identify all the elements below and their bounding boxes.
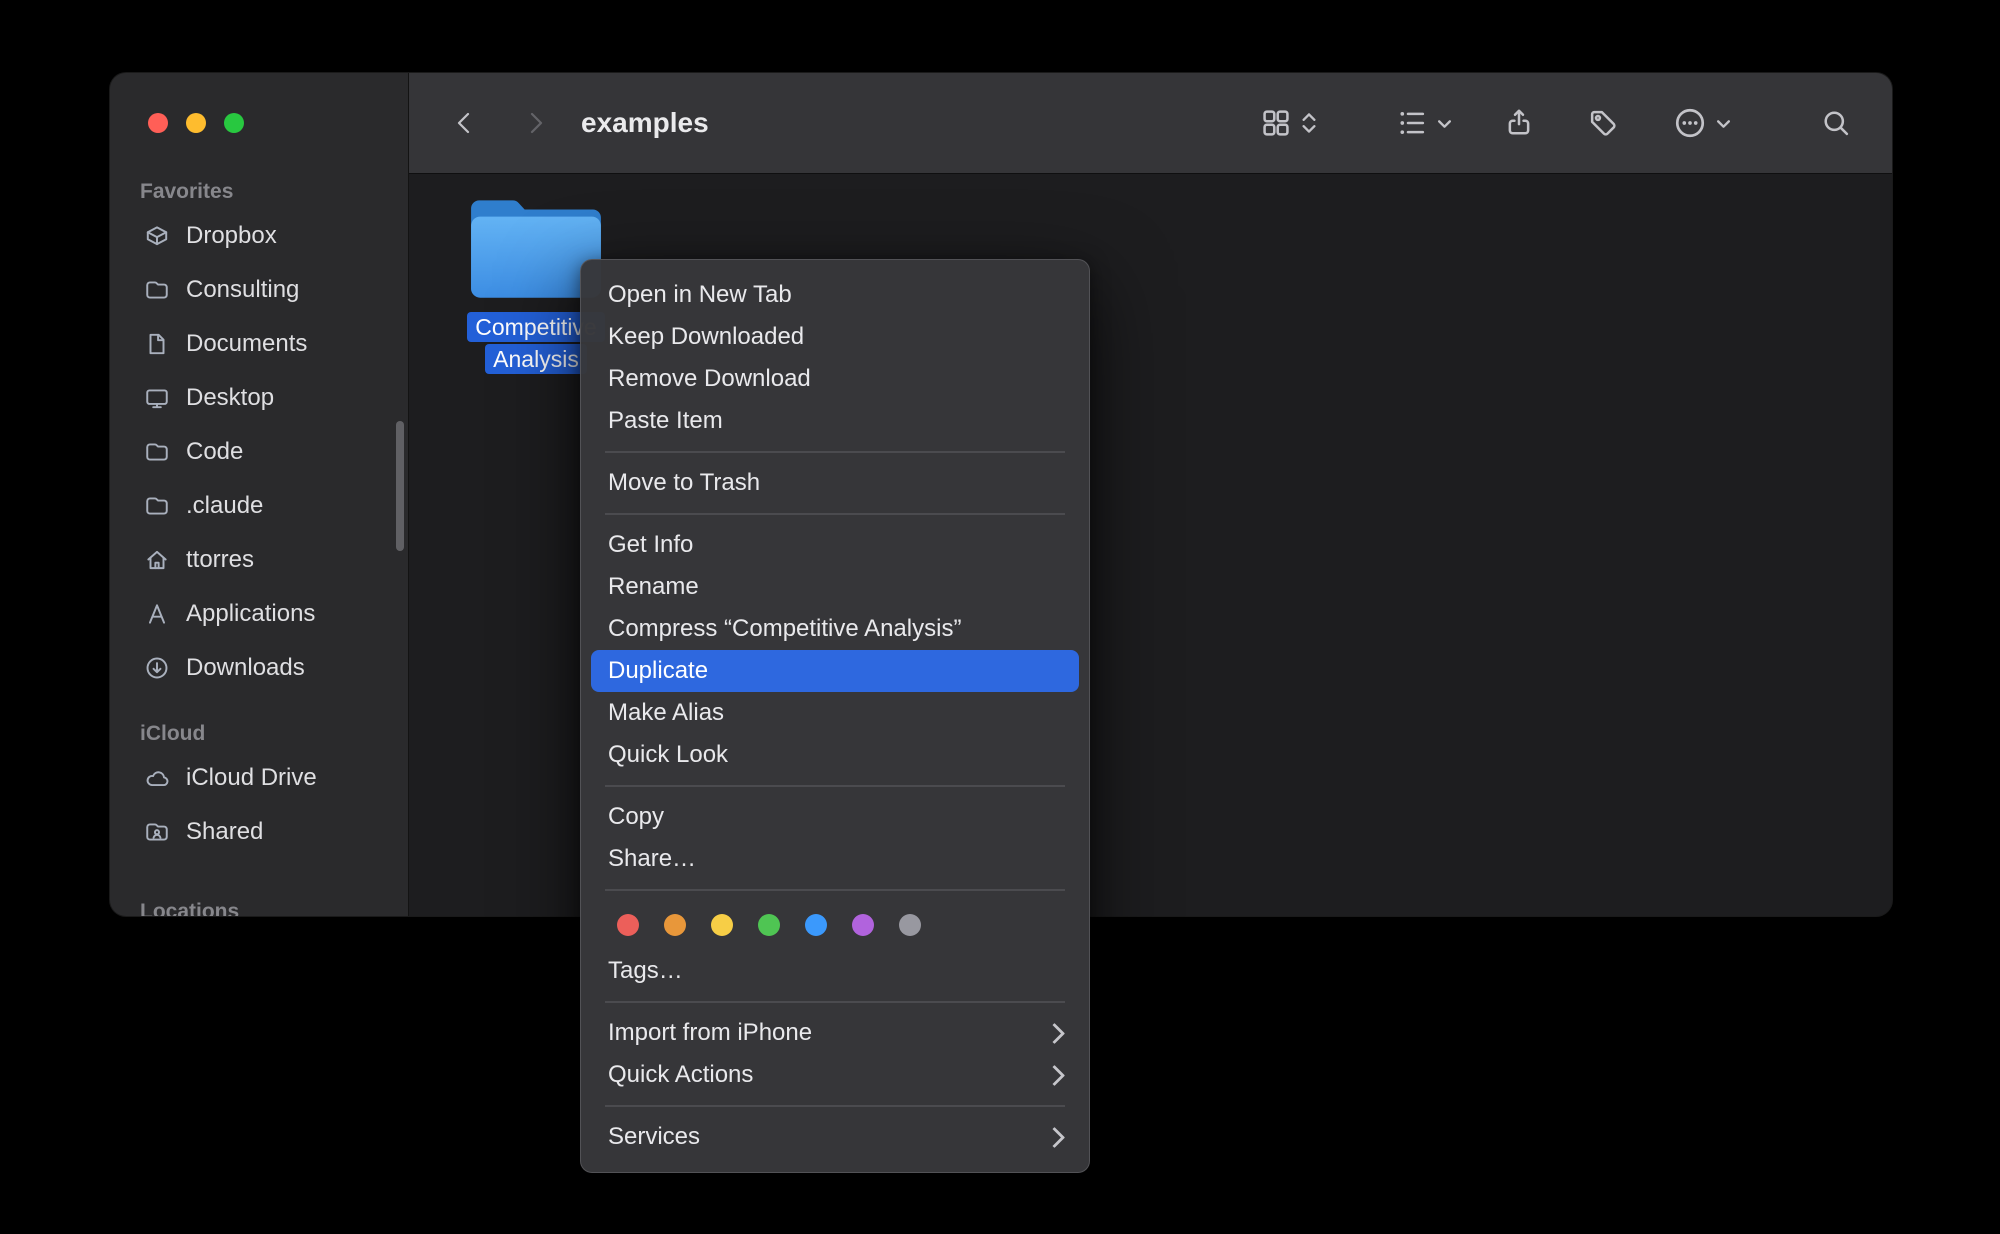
menu-item-quick-actions[interactable]: Quick Actions (591, 1054, 1079, 1096)
menu-item-get-info[interactable]: Get Info (591, 524, 1079, 566)
sidebar-item-label: .claude (186, 492, 263, 520)
desktop-icon (144, 385, 170, 411)
submenu-chevron-icon (1044, 1126, 1065, 1147)
minimize-window-button[interactable] (186, 113, 206, 133)
menu-item-paste-item[interactable]: Paste Item (591, 400, 1079, 442)
sidebar-item-icloud-drive[interactable]: iCloud Drive (110, 751, 408, 805)
shared-folder-icon (144, 819, 170, 845)
menu-item-open-in-new-tab[interactable]: Open in New Tab (591, 274, 1079, 316)
menu-item-tags[interactable]: Tags… (591, 950, 1079, 992)
sidebar-item-shared[interactable]: Shared (110, 805, 408, 859)
sidebar-scrollbar[interactable] (396, 421, 404, 551)
chevron-down-icon (1436, 115, 1453, 132)
downloads-icon (144, 655, 170, 681)
menu-item-import-from-iphone[interactable]: Import from iPhone (591, 1012, 1079, 1054)
menu-separator (605, 1001, 1065, 1003)
close-window-button[interactable] (148, 113, 168, 133)
context-menu: Open in New Tab Keep Downloaded Remove D… (580, 259, 1090, 1173)
sidebar-item-consulting[interactable]: Consulting (110, 263, 408, 317)
group-list-icon (1396, 107, 1428, 139)
menu-item-compress[interactable]: Compress “Competitive Analysis” (591, 608, 1079, 650)
grid-view-icon (1260, 107, 1292, 139)
menu-separator (605, 785, 1065, 787)
menu-item-share[interactable]: Share… (591, 838, 1079, 880)
desktop-background: Favorites Dropbox Consulting Documents D… (0, 0, 2000, 1234)
toolbar: examples (409, 73, 1892, 174)
sidebar-item-claude[interactable]: .claude (110, 479, 408, 533)
sidebar-item-label: Desktop (186, 384, 274, 412)
sidebar-item-dropbox[interactable]: Dropbox (110, 209, 408, 263)
sidebar-item-label: Documents (186, 330, 307, 358)
sidebar-item-label: Downloads (186, 654, 305, 682)
tag-yellow[interactable] (711, 914, 733, 936)
sidebar-item-applications[interactable]: Applications (110, 587, 408, 641)
forward-button[interactable] (523, 107, 549, 139)
sidebar-item-ttorres[interactable]: ttorres (110, 533, 408, 587)
ellipsis-circle-icon (1673, 106, 1707, 140)
sidebar-item-label: iCloud Drive (186, 764, 317, 792)
tag-orange[interactable] (664, 914, 686, 936)
menu-item-remove-download[interactable]: Remove Download (591, 358, 1079, 400)
menu-item-duplicate[interactable]: Duplicate (591, 650, 1079, 692)
tag-blue[interactable] (805, 914, 827, 936)
home-icon (144, 547, 170, 573)
sidebar-item-code[interactable]: Code (110, 425, 408, 479)
sidebar-item-downloads[interactable]: Downloads (110, 641, 408, 695)
chevron-right-icon (523, 107, 549, 139)
search-button[interactable] (1820, 107, 1852, 139)
document-icon (144, 331, 170, 357)
group-by-control[interactable] (1396, 107, 1453, 139)
sidebar-item-label: ttorres (186, 546, 254, 574)
chevron-down-icon (1715, 115, 1732, 132)
applications-icon (144, 601, 170, 627)
sidebar-item-label: Dropbox (186, 222, 277, 250)
tag-purple[interactable] (852, 914, 874, 936)
zoom-window-button[interactable] (224, 113, 244, 133)
window-controls (110, 73, 408, 173)
sidebar-item-label: Shared (186, 818, 263, 846)
menu-item-move-to-trash[interactable]: Move to Trash (591, 462, 1079, 504)
sidebar-section-icloud: iCloud (140, 721, 408, 747)
menu-item-keep-downloaded[interactable]: Keep Downloaded (591, 316, 1079, 358)
menu-item-quick-look[interactable]: Quick Look (591, 734, 1079, 776)
cloud-icon (144, 765, 170, 791)
sidebar-section-locations: Locations (140, 899, 408, 916)
menu-separator (605, 889, 1065, 891)
tag-gray[interactable] (899, 914, 921, 936)
tag-green[interactable] (758, 914, 780, 936)
submenu-chevron-icon (1044, 1022, 1065, 1043)
sidebar-section-favorites: Favorites (140, 179, 408, 205)
menu-separator (605, 513, 1065, 515)
menu-separator (605, 1105, 1065, 1107)
chevron-left-icon (451, 107, 477, 139)
tag-red[interactable] (617, 914, 639, 936)
submenu-chevron-icon (1044, 1064, 1065, 1085)
sidebar-item-desktop[interactable]: Desktop (110, 371, 408, 425)
menu-item-make-alias[interactable]: Make Alias (591, 692, 1079, 734)
view-selector[interactable] (1260, 107, 1318, 139)
window-title: examples (581, 107, 709, 139)
chevrons-up-down-icon (1300, 108, 1318, 138)
tag-icon (1587, 107, 1619, 139)
folder-icon (144, 493, 170, 519)
tag-color-row (581, 900, 1089, 950)
folder-icon (144, 277, 170, 303)
sidebar-item-label: Consulting (186, 276, 299, 304)
sidebar-item-label: Code (186, 438, 243, 466)
share-icon (1503, 107, 1535, 139)
menu-item-services[interactable]: Services (591, 1116, 1079, 1158)
menu-item-copy[interactable]: Copy (591, 796, 1079, 838)
menu-item-rename[interactable]: Rename (591, 566, 1079, 608)
share-button[interactable] (1503, 107, 1535, 139)
more-actions-control[interactable] (1673, 106, 1732, 140)
box-icon (144, 223, 170, 249)
sidebar: Favorites Dropbox Consulting Documents D… (110, 73, 409, 916)
sidebar-item-label: Applications (186, 600, 315, 628)
search-icon (1820, 107, 1852, 139)
menu-separator (605, 451, 1065, 453)
folder-icon (144, 439, 170, 465)
back-button[interactable] (451, 107, 477, 139)
tags-button[interactable] (1587, 107, 1619, 139)
sidebar-item-documents[interactable]: Documents (110, 317, 408, 371)
